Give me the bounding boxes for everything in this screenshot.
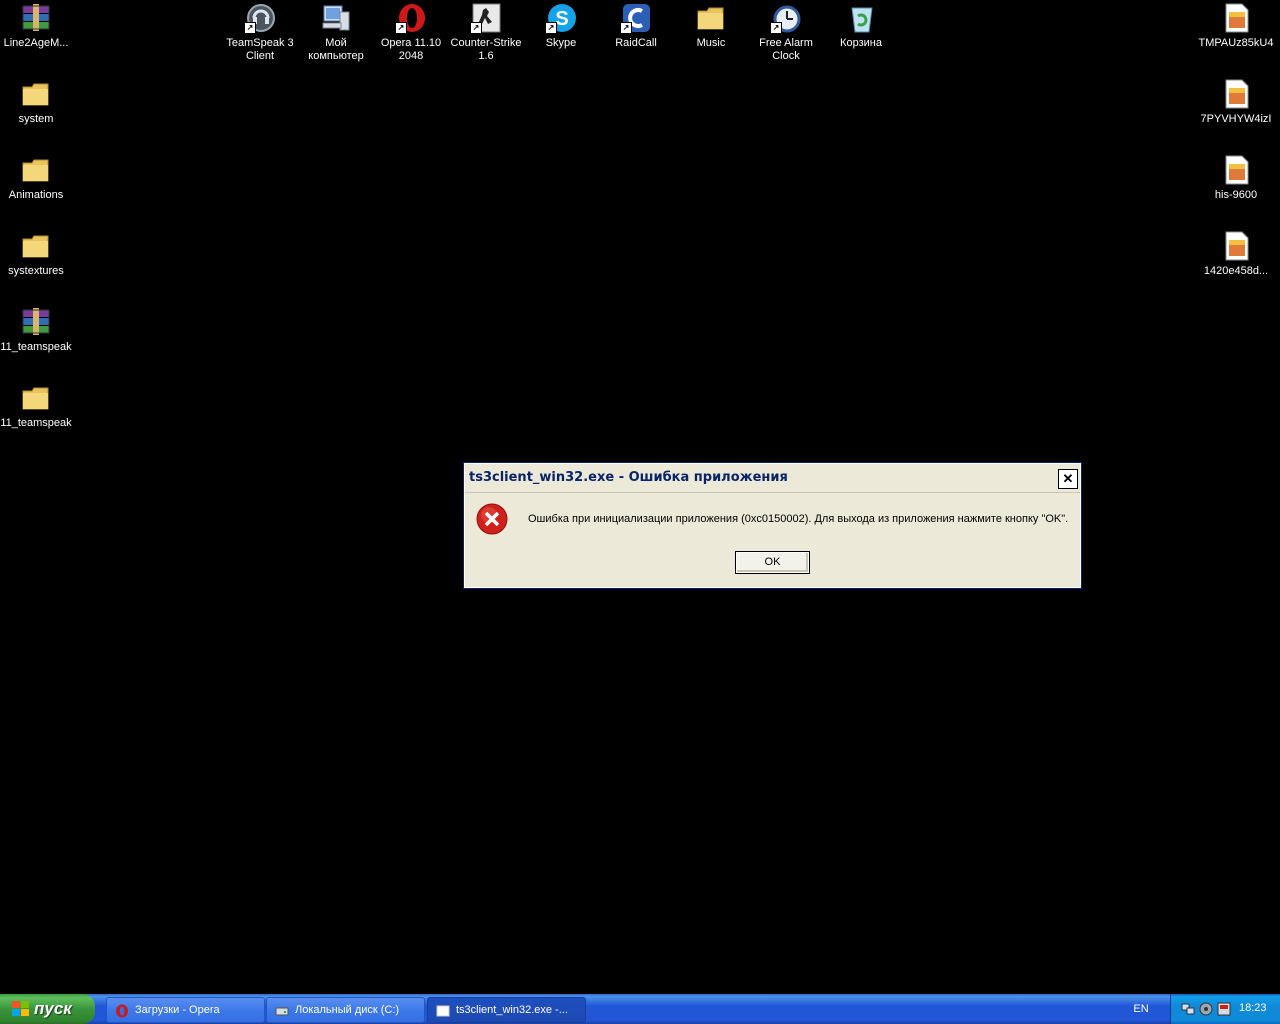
folder-icon <box>20 154 52 186</box>
folder-icon <box>20 230 52 262</box>
desktop-icon-label: Skype <box>545 37 577 49</box>
desktop-icon-my-computer[interactable]: Мой компьютер <box>298 0 374 63</box>
desktop-icon-system[interactable]: system <box>0 76 74 126</box>
desktop-icon-skype[interactable]: S ↗ Skype <box>523 0 599 50</box>
shortcut-arrow-icon: ↗ <box>395 22 407 34</box>
start-label: пуск <box>34 999 72 1018</box>
desktop-icon-teamspeak[interactable]: ↗ TeamSpeak 3 Client <box>222 0 298 63</box>
folder-icon <box>20 382 52 414</box>
taskbar-item-ts3client[interactable]: ts3client_win32.exe -... <box>427 997 586 1023</box>
tray-app-icon[interactable] <box>1217 1002 1231 1016</box>
taskbar-item-opera[interactable]: Загрузки - Opera <box>106 997 265 1023</box>
taskbar-item-local-disk[interactable]: Локальный диск (C:) <box>266 997 425 1023</box>
shortcut-arrow-icon: ↗ <box>470 22 482 34</box>
winrar-archive-icon <box>20 2 52 34</box>
desktop-icon-label: Animations <box>8 189 64 201</box>
dialog-titlebar[interactable]: ts3client_win32.exe - Ошибка приложения … <box>465 464 1080 493</box>
desktop-icon-label: Корзина <box>840 37 882 49</box>
desktop-icon-systextures[interactable]: systextures <box>0 228 74 278</box>
desktop-icon-free-alarm-clock[interactable]: ↗ Free Alarm Clock <box>748 0 824 63</box>
desktop-icon-label: 7PYVHYW4izI <box>1200 113 1272 125</box>
desktop-icon-11-teamspeak-folder[interactable]: 11_teamspeak <box>0 380 74 430</box>
dialog-title: ts3client_win32.exe - Ошибка приложения <box>469 470 788 485</box>
desktop-icon-label: Line2AgeM... <box>3 37 69 49</box>
desktop-icon-his-9600[interactable]: his-9600 <box>1198 152 1274 202</box>
drive-icon <box>275 1003 289 1017</box>
image-file-icon <box>1220 2 1252 34</box>
volume-icon[interactable] <box>1199 1002 1213 1016</box>
desktop-icon-label: systextures <box>8 265 64 277</box>
desktop-icon-label: TeamSpeak 3 Client <box>226 37 294 62</box>
recycle-bin-icon <box>845 2 877 34</box>
winrar-archive-icon <box>20 306 52 338</box>
desktop-icon-label: 11_teamspeak <box>0 417 72 429</box>
opera-icon <box>115 1003 129 1018</box>
taskbar-item-label: Локальный диск (C:) <box>295 1004 400 1016</box>
desktop-icon-music[interactable]: Music <box>673 0 749 50</box>
alarm-clock-icon: ↗ <box>770 2 802 34</box>
desktop-icon-label: Free Alarm Clock <box>759 37 813 62</box>
image-file-icon <box>1220 78 1252 110</box>
my-computer-icon <box>320 2 352 34</box>
desktop-icon-tmpauz85ku4[interactable]: TMPAUz85kU4 <box>1198 0 1274 50</box>
desktop-icon-label: Counter-Strike 1.6 <box>450 37 522 62</box>
desktop-icon-label: his-9600 <box>1214 189 1258 201</box>
desktop-icon-label: system <box>18 113 54 125</box>
desktop-icon-line2agem[interactable]: Line2AgeM... <box>0 0 74 50</box>
shortcut-arrow-icon: ↗ <box>244 22 256 34</box>
image-file-icon <box>1220 154 1252 186</box>
desktop-icon-label: 1420e458d... <box>1203 265 1269 277</box>
desktop-icon-label: TMPAUz85kU4 <box>1198 37 1274 49</box>
system-tray: 18:23 <box>1170 994 1280 1024</box>
svg-text:S: S <box>555 8 568 30</box>
desktop-icon-11-teamspeak-archive[interactable]: 11_teamspeak <box>0 304 74 354</box>
folder-icon <box>695 2 727 34</box>
shortcut-arrow-icon: ↗ <box>770 22 782 34</box>
desktop-icon-label: 11_teamspeak <box>0 341 72 353</box>
skype-icon: S ↗ <box>545 2 577 34</box>
teamspeak-icon: ↗ <box>244 2 276 34</box>
image-file-icon <box>1220 230 1252 262</box>
desktop-icon-7pyvhyw4izi[interactable]: 7PYVHYW4izI <box>1198 76 1274 126</box>
desktop-icon-label: RaidCall <box>615 37 657 49</box>
network-icon[interactable] <box>1181 1002 1195 1016</box>
dialog-message: Ошибка при инициализации приложения (0xc… <box>528 513 1069 525</box>
folder-icon <box>20 78 52 110</box>
desktop-icon-1420e458d[interactable]: 1420e458d... <box>1198 228 1274 278</box>
desktop-icon-counter-strike[interactable]: ↗ Counter-Strike 1.6 <box>448 0 524 63</box>
desktop-icon-recycle-bin[interactable]: Корзина <box>823 0 899 50</box>
window-icon <box>436 1003 450 1017</box>
error-icon <box>476 503 508 535</box>
raidcall-icon: ↗ <box>620 2 652 34</box>
start-button[interactable]: пуск <box>0 994 95 1024</box>
desktop-icon-label: Opera 11.10 2048 <box>380 37 442 62</box>
desktop-icon-label: Мой компьютер <box>308 37 364 62</box>
close-button[interactable]: ✕ <box>1058 469 1078 489</box>
windows-logo-icon <box>12 1001 29 1017</box>
taskbar: пуск Загрузки - Opera Локальный диск (C:… <box>0 994 1280 1024</box>
error-dialog: ts3client_win32.exe - Ошибка приложения … <box>463 462 1082 589</box>
desktop-icon-opera[interactable]: ↗ Opera 11.10 2048 <box>373 0 449 63</box>
shortcut-arrow-icon: ↗ <box>620 22 632 34</box>
ok-button[interactable]: OK <box>735 551 810 574</box>
shortcut-arrow-icon: ↗ <box>545 22 557 34</box>
opera-icon: ↗ <box>395 2 427 34</box>
desktop-icon-label: Music <box>696 37 726 49</box>
desktop-icon-raidcall[interactable]: ↗ RaidCall <box>598 0 674 50</box>
desktop-icon-animations[interactable]: Animations <box>0 152 74 202</box>
clock[interactable]: 18:23 <box>1239 1002 1267 1014</box>
counter-strike-icon: ↗ <box>470 2 502 34</box>
close-icon: ✕ <box>1062 471 1074 486</box>
taskbar-item-label: ts3client_win32.exe -... <box>456 1004 568 1016</box>
taskbar-item-label: Загрузки - Opera <box>135 1004 220 1016</box>
language-indicator[interactable]: EN <box>1127 994 1155 1024</box>
